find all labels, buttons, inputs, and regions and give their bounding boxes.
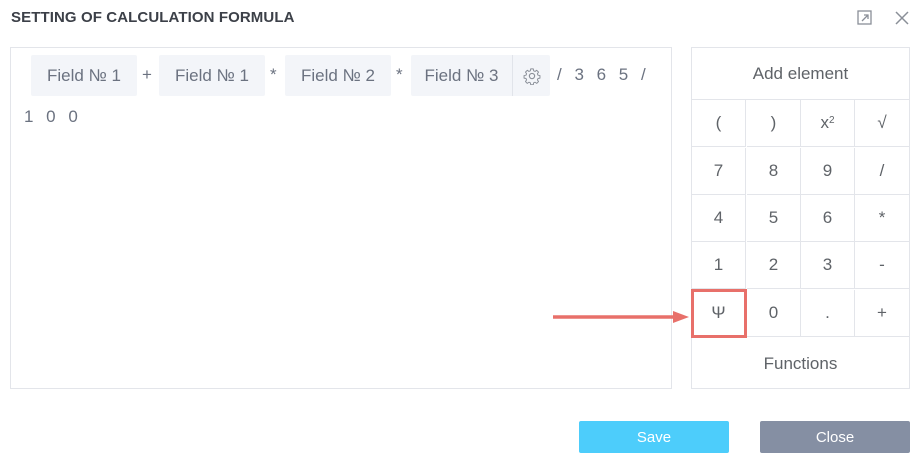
add-element-panel: Add element ( ) x2 √ 7 8 9 / 4 5 6 * 1 2… [691, 47, 910, 389]
functions-button[interactable]: Functions [692, 339, 909, 388]
key-multiply[interactable]: * [855, 195, 909, 242]
key-3[interactable]: 3 [801, 242, 855, 289]
save-button[interactable]: Save [579, 421, 729, 453]
key-minus[interactable]: - [855, 242, 909, 289]
formula-editor[interactable]: Field № 1 + Field № 1 * Field № 2 * Fiel… [10, 47, 672, 389]
formula-field-chip[interactable]: Field № 1 [31, 55, 137, 96]
dialog-title: SETTING OF CALCULATION FORMULA [11, 9, 295, 26]
key-sqrt[interactable]: √ [855, 100, 909, 147]
add-element-header: Add element [692, 48, 909, 100]
key-close-paren[interactable]: ) [747, 100, 801, 147]
formula-operator: * [270, 65, 277, 84]
formula-text: / 3 6 5 / [557, 65, 650, 84]
key-power[interactable]: x2 [801, 100, 855, 147]
key-divide[interactable]: / [855, 148, 909, 195]
key-9[interactable]: 9 [801, 148, 855, 195]
formula-operator: * [396, 65, 403, 84]
formula-field-chip-label: Field № 3 [424, 65, 499, 85]
key-7[interactable]: 7 [692, 148, 746, 195]
close-button[interactable]: Close [760, 421, 910, 453]
key-8[interactable]: 8 [747, 148, 801, 195]
key-4[interactable]: 4 [692, 195, 746, 242]
key-open-paren[interactable]: ( [692, 100, 746, 147]
formula-field-chip[interactable]: Field № 1 [159, 55, 265, 96]
key-decimal[interactable]: . [801, 290, 855, 337]
key-2[interactable]: 2 [747, 242, 801, 289]
formula-field-chip[interactable]: Field № 3 [411, 55, 550, 96]
key-psi[interactable]: Ψ [691, 289, 747, 338]
key-1[interactable]: 1 [692, 242, 746, 289]
gear-icon[interactable] [512, 55, 550, 96]
expand-icon[interactable] [856, 9, 874, 27]
close-icon[interactable] [893, 9, 911, 27]
formula-operator: + [142, 65, 152, 84]
key-6[interactable]: 6 [801, 195, 855, 242]
formula-text: 1 0 0 [24, 107, 82, 126]
formula-field-chip[interactable]: Field № 2 [285, 55, 391, 96]
annotation-arrow [553, 311, 689, 323]
key-5[interactable]: 5 [747, 195, 801, 242]
key-plus[interactable]: + [855, 290, 909, 337]
key-0[interactable]: 0 [747, 290, 801, 337]
